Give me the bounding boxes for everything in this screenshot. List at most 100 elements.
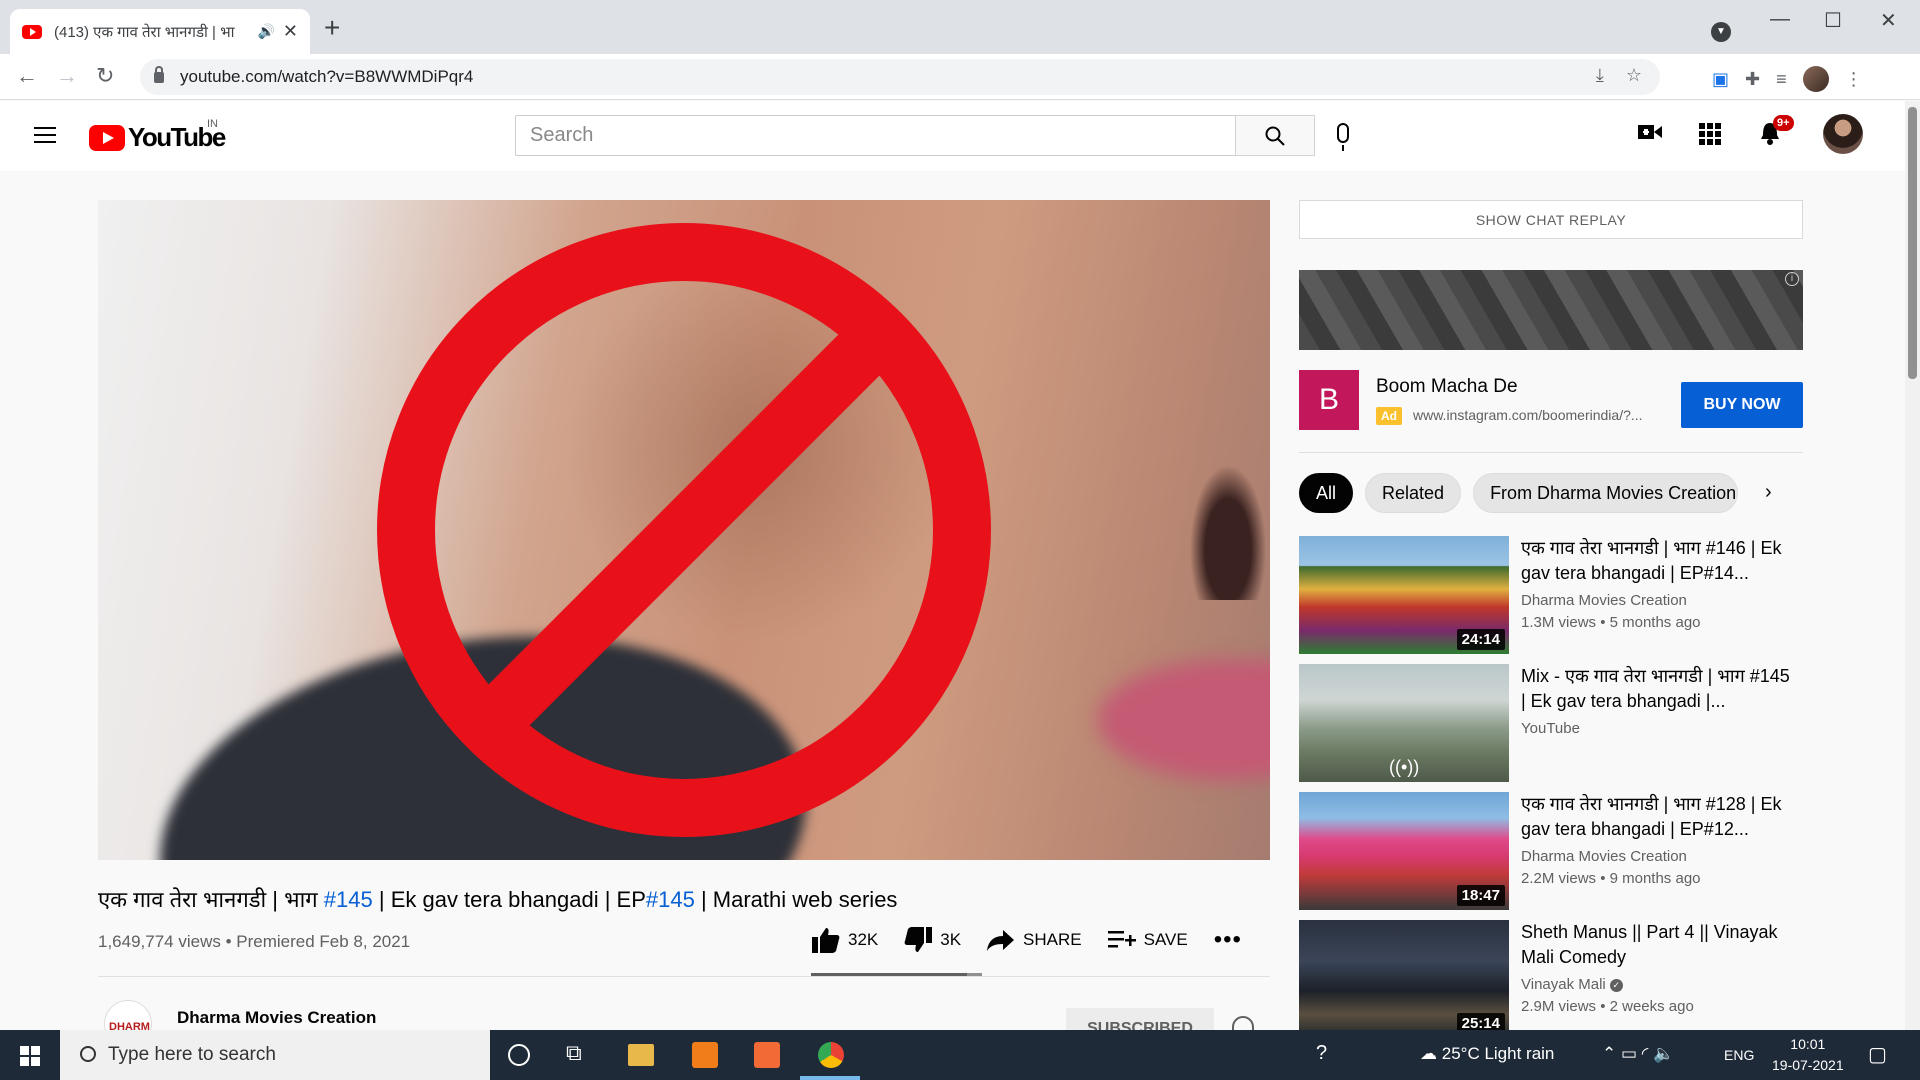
voice-search-icon[interactable] [1337, 123, 1349, 151]
video-player[interactable] [98, 200, 1270, 860]
like-button[interactable]: 32K [812, 927, 878, 953]
sublime-text-icon[interactable] [692, 1042, 718, 1068]
youtube-favicon-icon [22, 24, 42, 39]
search-button[interactable] [1235, 115, 1315, 156]
windows-start-icon[interactable] [20, 1046, 40, 1066]
video-views-date: 1,649,774 views • Premiered Feb 8, 2021 [98, 932, 411, 951]
clock-date: 19-07-2021 [1772, 1057, 1844, 1073]
lock-icon[interactable] [154, 65, 164, 83]
youtube-header: YouTube IN Search [0, 101, 1905, 171]
new-tab-button[interactable]: + [324, 14, 340, 42]
close-tab-icon[interactable]: ✕ [283, 21, 298, 42]
recommended-title[interactable]: एक गाव तेरा भानगडी | भाग #146 | Ek gav t… [1521, 536, 1791, 586]
video-duration: 18:47 [1456, 885, 1505, 906]
recommended-channel[interactable]: Dharma Movies Creation [1521, 848, 1687, 865]
prohibited-sign-icon [377, 223, 991, 837]
channel-name[interactable]: Dharma Movies Creation [177, 1008, 376, 1028]
recommended-channel[interactable]: Dharma Movies Creation [1521, 592, 1687, 609]
minimize-button[interactable]: — [1770, 8, 1790, 31]
account-avatar[interactable] [1823, 114, 1863, 154]
video-actions: 32K 3K SHARE SAVE ••• [812, 926, 1268, 954]
system-tray-icons[interactable]: ⌃ ▭ ◜ 🔈 [1602, 1044, 1674, 1064]
recommended-channel[interactable]: Vinayak Mali ✓ [1521, 976, 1623, 993]
install-app-icon[interactable]: ⤓ [1596, 65, 1604, 86]
chevron-right-icon[interactable]: › [1765, 481, 1772, 504]
recommended-title[interactable]: Sheth Manus || Part 4 || Vinayak Mali Co… [1521, 920, 1791, 970]
puzzle-extensions-icon[interactable]: ✚ [1745, 69, 1760, 90]
recommended-mix[interactable]: ((•)) Mix - एक गाव तेरा भानगडी | भाग #14… [1299, 664, 1803, 782]
more-actions-icon[interactable]: ••• [1214, 926, 1242, 954]
video-title: एक गाव तेरा भानगडी | भाग #145 | Ek gav t… [98, 884, 897, 914]
recommended-channel-name: Vinayak Mali [1521, 976, 1606, 993]
xampp-icon[interactable] [754, 1042, 780, 1068]
media-control-icon[interactable]: ≡ [1776, 69, 1787, 90]
page-scrollbar[interactable] [1905, 101, 1920, 1030]
ad-logo[interactable]: B [1299, 370, 1359, 430]
tab-search-icon[interactable]: ▼ [1711, 22, 1731, 42]
hashtag-link[interactable]: #145 [324, 887, 373, 912]
share-button[interactable]: SHARE [987, 928, 1082, 952]
windows-taskbar: Type here to search ⧉ ? ☁ 25°C Light rai… [0, 1030, 1920, 1080]
create-video-icon[interactable] [1638, 123, 1662, 141]
help-icon[interactable]: ? [1316, 1042, 1327, 1065]
recommended-video[interactable]: 25:14 Sheth Manus || Part 4 || Vinayak M… [1299, 920, 1803, 1038]
browser-tab[interactable]: (413) एक गाव तेरा भानगडी | भा 🔊 ✕ [10, 9, 310, 54]
buy-now-button[interactable]: BUY NOW [1681, 382, 1803, 428]
taskbar-clock[interactable]: 10:01 19-07-2021 [1772, 1034, 1844, 1076]
browser-tab-strip: (413) एक गाव तेरा भानगडी | भा 🔊 ✕ + ▼ — … [0, 0, 1920, 54]
info-divider [98, 976, 1270, 977]
maximize-button[interactable]: ☐ [1824, 8, 1842, 33]
clock-time: 10:01 [1790, 1036, 1826, 1052]
ad-info-icon[interactable]: i [1785, 272, 1799, 286]
recommended-channel[interactable]: YouTube [1521, 720, 1580, 737]
hashtag-link[interactable]: #145 [646, 887, 695, 912]
audio-playing-icon[interactable]: 🔊 [257, 23, 274, 40]
task-view-icon[interactable]: ⧉ [566, 1040, 592, 1066]
ad-title[interactable]: Boom Macha De [1376, 376, 1518, 398]
chrome-taskbar-icon[interactable] [818, 1042, 844, 1068]
forward-arrow-icon[interactable]: → [56, 63, 78, 89]
bookmark-star-icon[interactable]: ☆ [1626, 65, 1642, 86]
weather-widget[interactable]: ☁ 25°C Light rain [1420, 1044, 1554, 1064]
youtube-play-icon [89, 124, 125, 151]
notification-center-icon[interactable]: ▢ [1868, 1042, 1887, 1067]
scrollbar-thumb[interactable] [1908, 107, 1917, 379]
ad-banner-image[interactable]: i [1299, 270, 1803, 350]
back-arrow-icon[interactable]: ← [16, 63, 38, 89]
taskbar-search-input[interactable]: Type here to search [60, 1030, 490, 1080]
profile-avatar[interactable] [1802, 66, 1829, 92]
cortana-icon[interactable] [508, 1044, 530, 1066]
apps-grid-icon[interactable] [1699, 123, 1721, 145]
recommended-video[interactable]: 24:14 एक गाव तेरा भानगडी | भाग #146 | Ek… [1299, 536, 1803, 654]
video-thumbnail[interactable]: 18:47 [1299, 792, 1509, 910]
menu-icon[interactable] [34, 127, 56, 143]
playlist-add-icon [1107, 931, 1136, 948]
language-indicator[interactable]: ENG [1724, 1047, 1754, 1063]
recommended-title[interactable]: एक गाव तेरा भानगडी | भाग #128 | Ek gav t… [1521, 792, 1791, 842]
chrome-menu-icon[interactable]: ⋮ [1845, 69, 1863, 90]
extension-icon[interactable]: ▣ [1712, 69, 1729, 90]
search-input[interactable]: Search [515, 115, 1235, 156]
close-window-button[interactable]: ✕ [1880, 8, 1897, 33]
filter-chips: All Related From Dharma Movies Creation [1299, 473, 1739, 513]
country-code: IN [207, 118, 218, 130]
address-bar[interactable]: youtube.com/watch?v=B8WWMDiPqr4 ⤓ ☆ [140, 59, 1660, 95]
chip-related[interactable]: Related [1365, 473, 1462, 513]
dislike-button[interactable]: 3K [904, 927, 961, 953]
chip-from-channel[interactable]: From Dharma Movies Creation [1473, 473, 1739, 513]
video-thumbnail[interactable]: 25:14 [1299, 920, 1509, 1038]
recommended-title[interactable]: Mix - एक गाव तेरा भानगडी | भाग #145 | Ek… [1521, 664, 1791, 714]
notification-count-badge: 9+ [1773, 115, 1794, 131]
video-thumbnail[interactable]: 24:14 [1299, 536, 1509, 654]
show-chat-replay-button[interactable]: SHOW CHAT REPLAY [1299, 200, 1803, 239]
ad-url[interactable]: www.instagram.com/boomerindia/?... [1413, 407, 1663, 423]
recommended-video[interactable]: 18:47 एक गाव तेरा भानगडी | भाग #128 | Ek… [1299, 792, 1803, 910]
video-thumbnail[interactable]: ((•)) [1299, 664, 1509, 782]
thumbs-up-icon [812, 928, 840, 953]
reload-icon[interactable]: ↻ [96, 63, 114, 89]
chip-all[interactable]: All [1299, 473, 1354, 513]
save-label: SAVE [1143, 930, 1188, 949]
save-button[interactable]: SAVE [1107, 929, 1188, 951]
file-explorer-icon[interactable] [628, 1044, 654, 1066]
youtube-logo[interactable]: YouTube IN [89, 118, 226, 153]
